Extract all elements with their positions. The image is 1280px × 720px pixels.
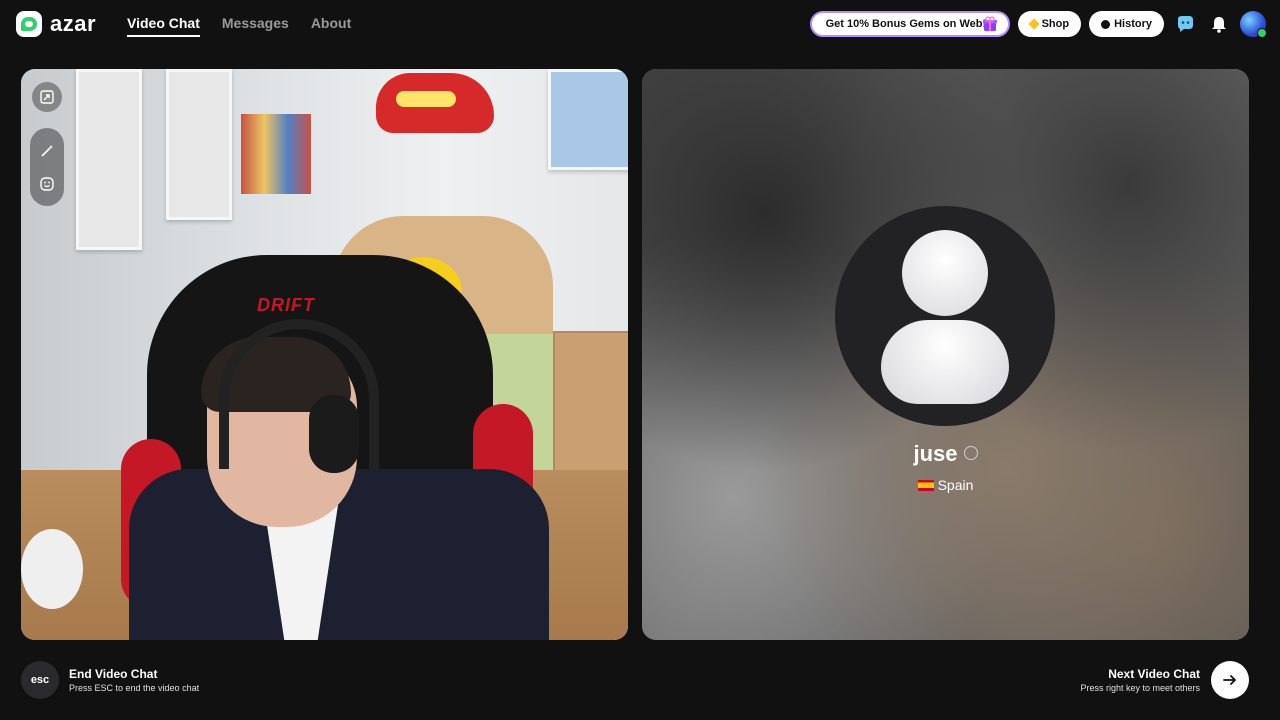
chat-bubble-button[interactable]: [1172, 11, 1198, 37]
soccer-ball: [21, 529, 83, 609]
profile-avatar[interactable]: [1240, 11, 1267, 38]
next-video-chat-hint: Press right key to meet others: [1080, 683, 1200, 693]
azar-logo-icon: [16, 11, 42, 37]
gift-icon: [982, 16, 997, 31]
camera-tools: [30, 128, 64, 206]
main-nav: Video Chat Messages About: [127, 15, 351, 37]
smiley-icon[interactable]: [40, 176, 54, 191]
bonus-gems-promo-button[interactable]: Get 10% Bonus Gems on Web!: [809, 11, 1010, 37]
avatar-body: [881, 320, 1009, 404]
chair-brand-text: DRIFT: [257, 295, 315, 315]
history-label: History: [1114, 18, 1152, 30]
chat-bubble-icon: [1178, 16, 1193, 32]
remote-user-country: Spain: [937, 477, 974, 493]
remote-user-location: Spain: [642, 477, 1249, 493]
logo-text: azar: [50, 11, 97, 36]
nav-about[interactable]: About: [311, 15, 351, 37]
self-camera-video: DRIFT: [21, 69, 628, 640]
verified-badge-icon: [963, 446, 978, 461]
spain-flag-icon: [917, 479, 934, 491]
wall-poster: [166, 69, 232, 220]
history-button[interactable]: History: [1089, 11, 1164, 37]
bell-icon: [1212, 17, 1226, 33]
nightstand: [553, 331, 628, 485]
avatar-head: [902, 230, 988, 316]
remote-user-avatar: [835, 206, 1055, 426]
notifications-button[interactable]: [1206, 11, 1232, 37]
remote-user-video: juse Spain: [642, 69, 1249, 640]
next-video-chat-button[interactable]: [1211, 661, 1249, 699]
picture-in-picture-button[interactable]: [32, 82, 62, 112]
end-video-chat-hint: Press ESC to end the video chat: [69, 683, 200, 693]
end-video-chat-title: End Video Chat: [69, 667, 158, 681]
shop-label: Shop: [1041, 18, 1070, 30]
promo-label: Get 10% Bonus Gems on Web!: [825, 18, 987, 30]
headset-earcup: [309, 395, 359, 473]
nav-video-chat[interactable]: Video Chat: [127, 15, 200, 37]
remote-user-name-row: juse: [642, 441, 1249, 467]
end-video-chat-button[interactable]: esc: [21, 661, 59, 699]
arrow-right-icon: [1223, 675, 1236, 685]
shop-button[interactable]: Shop: [1017, 11, 1082, 37]
magic-wand-icon[interactable]: [40, 144, 54, 158]
next-video-chat-title: Next Video Chat: [1108, 667, 1200, 681]
remote-user-name: juse: [913, 441, 958, 466]
top-navigation-bar: azar Video Chat Messages About Get 10% B…: [0, 0, 1280, 48]
gem-icon: [1027, 18, 1040, 30]
wall-poster: [76, 69, 142, 250]
pip-icon: [40, 90, 54, 104]
clock-icon: [1101, 19, 1111, 29]
nav-messages[interactable]: Messages: [222, 15, 289, 37]
comic-shelf: [241, 114, 311, 194]
wall-poster: [548, 69, 628, 170]
header-actions: Get 10% Bonus Gems on Web! Shop History: [809, 11, 1267, 38]
car-decal: [376, 73, 494, 133]
azar-logo[interactable]: azar: [16, 11, 96, 37]
